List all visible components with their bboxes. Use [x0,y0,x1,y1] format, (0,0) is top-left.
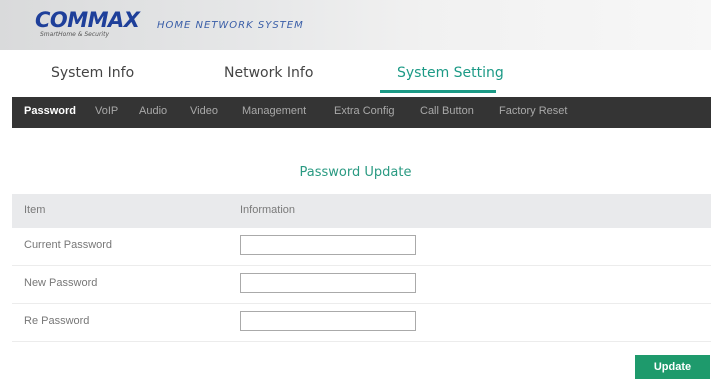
logo-tagline: SmartHome & Security [40,31,109,38]
subnav-voip[interactable]: VoIP [95,105,118,117]
current-password-input[interactable] [240,235,416,255]
subnav-call-button[interactable]: Call Button [420,105,474,117]
subnav-extra-config[interactable]: Extra Config [334,105,395,117]
commax-logo: COMMAX SmartHome & Security [35,8,140,38]
header-information: Information [240,204,296,216]
table-row: New Password [12,266,711,304]
subnav-factory-reset[interactable]: Factory Reset [499,105,567,117]
table-row: Current Password [12,228,711,266]
subnav-video[interactable]: Video [190,105,218,117]
subnav-password[interactable]: Password [24,105,76,117]
update-button[interactable]: Update [635,355,710,379]
table-header: Item Information [12,194,711,228]
tab-network-info[interactable]: Network Info [224,65,313,81]
re-password-label: Re Password [24,315,90,327]
header-item: Item [24,204,46,216]
subnav-audio[interactable]: Audio [139,105,167,117]
tab-system-info[interactable]: System Info [51,65,134,81]
sub-nav: Password VoIP Audio Video Management Ext… [12,97,711,128]
table-row: Re Password [12,304,711,342]
app-header: COMMAX SmartHome & Security HOME NETWORK… [0,0,711,50]
subnav-management[interactable]: Management [242,105,306,117]
current-password-label: Current Password [24,239,113,251]
active-tab-indicator [380,90,496,93]
section-title: Password Update [299,165,412,180]
new-password-label: New Password [24,277,98,289]
logo-text: COMMAX [35,8,140,32]
main-tabs: System Info Network Info System Setting [0,55,711,93]
new-password-input[interactable] [240,273,416,293]
tab-system-setting[interactable]: System Setting [397,65,504,81]
re-password-input[interactable] [240,311,416,331]
system-name: HOME NETWORK SYSTEM [157,20,304,31]
